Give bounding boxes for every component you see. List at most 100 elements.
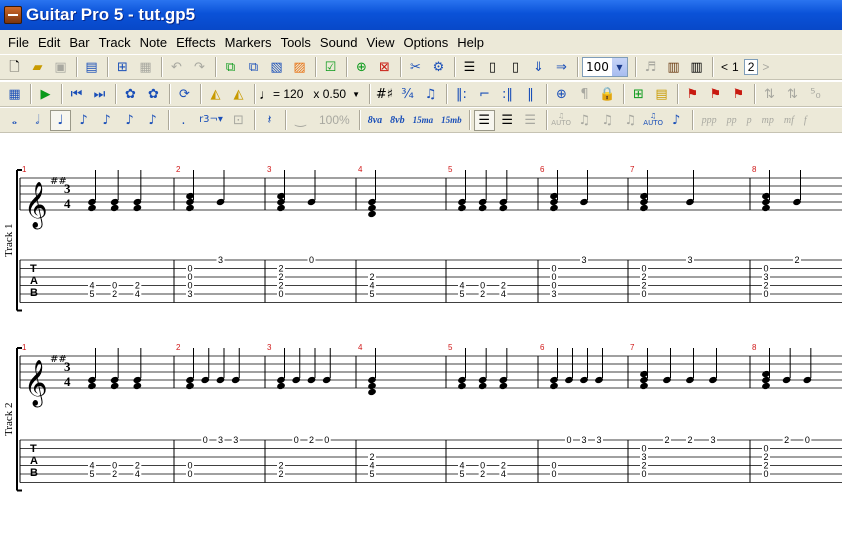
undo-icon[interactable]: ↶ bbox=[166, 57, 187, 78]
copy-icon[interactable]: ⧉ bbox=[220, 57, 241, 78]
print-icon[interactable]: ▦ bbox=[135, 57, 156, 78]
menu-sound[interactable]: Sound bbox=[316, 33, 362, 52]
pilcrow-icon[interactable]: ¶ bbox=[574, 84, 595, 105]
multitrack-view-icon[interactable]: ☰ bbox=[459, 57, 480, 78]
redo-icon[interactable]: ↷ bbox=[189, 57, 210, 78]
page-next-button[interactable]: > bbox=[762, 60, 769, 74]
sixteenth-note-icon[interactable]: ♪ bbox=[96, 110, 117, 131]
quindicesima-up-button[interactable]: 15ma bbox=[413, 115, 434, 125]
menu-edit[interactable]: Edit bbox=[34, 33, 64, 52]
marker-prev-icon[interactable]: ⚑ bbox=[728, 84, 749, 105]
direction-icon[interactable]: ⊕ bbox=[551, 84, 572, 105]
page-view-icon[interactable]: ▯ bbox=[482, 57, 503, 78]
menu-help[interactable]: Help bbox=[453, 33, 488, 52]
check-bar-icon[interactable]: ☑ bbox=[320, 57, 341, 78]
page-setup-icon[interactable]: ⊞ bbox=[112, 57, 133, 78]
screen-view-icon[interactable]: ▯ bbox=[505, 57, 526, 78]
ottava-down-button[interactable]: 8vb bbox=[390, 115, 404, 126]
marker-next-icon[interactable]: ⚑ bbox=[705, 84, 726, 105]
repeat-alt-icon[interactable]: ⌐ bbox=[474, 84, 495, 105]
volume-value[interactable]: 100% bbox=[319, 113, 350, 127]
beam-icon[interactable]: ♫ bbox=[574, 110, 595, 131]
beam-join-icon[interactable]: ♫ bbox=[620, 110, 641, 131]
text-align-right-icon[interactable]: ☰ bbox=[520, 110, 541, 131]
score-canvas[interactable]: Track 11 2 3 4 5 6 7 8𝄞##34TAB45022400033222002… bbox=[0, 134, 842, 537]
beam-break-icon[interactable]: ♫ bbox=[597, 110, 618, 131]
auto-stem-icon[interactable]: ♫ AUTO bbox=[643, 110, 664, 131]
menu-view[interactable]: View bbox=[363, 33, 399, 52]
tempo-value[interactable]: = 120 bbox=[273, 87, 303, 101]
grid-icon[interactable]: ⊡ bbox=[228, 110, 249, 131]
menu-bar-menu[interactable]: Bar bbox=[65, 33, 93, 52]
paw-double-icon[interactable]: ✿ bbox=[143, 84, 164, 105]
dynamic-ppp[interactable]: ppp bbox=[702, 115, 717, 126]
quarter-note-icon[interactable]: ♩ bbox=[50, 109, 71, 131]
keyboard-icon[interactable]: ▥ bbox=[686, 57, 707, 78]
text-align-left-icon[interactable]: ☰ bbox=[473, 109, 495, 131]
rest-icon[interactable]: 𝄽 bbox=[259, 110, 280, 131]
menu-effects[interactable]: Effects bbox=[172, 33, 220, 52]
dynamic-mp[interactable]: mp bbox=[762, 115, 774, 126]
go-end-icon[interactable]: ⏭ bbox=[89, 84, 110, 105]
whole-note-icon[interactable]: 𝅝 bbox=[4, 110, 25, 131]
go-start-icon[interactable]: ⏮ bbox=[66, 84, 87, 105]
track-props-icon[interactable]: ▤ bbox=[651, 84, 672, 105]
text-align-center-icon[interactable]: ☰ bbox=[497, 110, 518, 131]
triplet-icon[interactable]: r3¬▾ bbox=[196, 110, 226, 131]
parchment-view-icon[interactable]: ⇓ bbox=[528, 57, 549, 78]
zoom-select[interactable]: 100 ▼ bbox=[582, 57, 628, 77]
repeat-close-icon[interactable]: :‖ bbox=[497, 84, 518, 105]
sharp-flat-icon[interactable]: #♯ bbox=[374, 84, 395, 105]
insert-bar-icon[interactable]: ⊕ bbox=[351, 57, 372, 78]
app-icon[interactable] bbox=[4, 6, 22, 24]
dynamic-mf[interactable]: mf bbox=[784, 115, 794, 126]
new-file-icon[interactable]: 🗋 bbox=[4, 57, 25, 78]
paste-special-icon[interactable]: ▨ bbox=[289, 57, 310, 78]
tie-icon[interactable]: ‿ bbox=[290, 110, 311, 131]
page-prev-button[interactable]: < bbox=[721, 60, 728, 74]
time-signature-icon[interactable]: ¾ bbox=[397, 84, 418, 105]
guitar-icon[interactable]: ♬ bbox=[640, 57, 661, 78]
delete-bar-icon[interactable]: ⊠ bbox=[374, 57, 395, 78]
play-icon[interactable]: ▶ bbox=[35, 84, 56, 105]
paste-icon[interactable]: ⧉ bbox=[243, 57, 264, 78]
double-bar-icon[interactable]: ‖ bbox=[520, 84, 541, 105]
metronome-icon[interactable]: ◭ bbox=[205, 84, 226, 105]
quindicesima-down-button[interactable]: 15mb bbox=[441, 115, 462, 125]
lock-icon[interactable]: 🔒 bbox=[597, 84, 618, 105]
add-track-icon[interactable]: ⊞ bbox=[628, 84, 649, 105]
dotted-icon[interactable]: . bbox=[173, 110, 194, 131]
speed-dropdown-icon[interactable]: ▼ bbox=[352, 90, 360, 99]
score-area[interactable]: Track 1 1 2 3 4 5 6 7 8 𝄞 ## 3 4 T A B 4 5 0 2 2 4 0 0 0 3 3 2 2 2 0 0 2… bbox=[0, 134, 842, 537]
stem-direction-icon[interactable]: ♪ bbox=[666, 110, 687, 131]
fretboard-icon[interactable]: ▥ bbox=[663, 57, 684, 78]
eighth-note-icon[interactable]: ♪ bbox=[73, 110, 94, 131]
auto-brush-icon[interactable]: ♫ AUTO bbox=[551, 110, 572, 131]
marker-icon[interactable]: ⚑ bbox=[682, 84, 703, 105]
rehearsal-icon[interactable]: ⇅ bbox=[759, 84, 780, 105]
chevron-down-icon[interactable]: ▼ bbox=[612, 58, 627, 76]
loop-icon[interactable]: ⟳ bbox=[174, 84, 195, 105]
menu-track[interactable]: Track bbox=[95, 33, 135, 52]
dynamic-pp[interactable]: pp bbox=[727, 115, 737, 126]
dynamic-p[interactable]: p bbox=[747, 115, 752, 126]
settings-icon[interactable]: ⚙ bbox=[428, 57, 449, 78]
count-in-icon[interactable]: ◭ bbox=[228, 84, 249, 105]
menu-tools[interactable]: Tools bbox=[277, 33, 315, 52]
cut-icon[interactable]: ✂ bbox=[405, 57, 426, 78]
dynamic-f[interactable]: f bbox=[804, 115, 807, 126]
ottava-up-button[interactable]: 8va bbox=[368, 115, 382, 126]
sixty-fourth-note-icon[interactable]: ♪ bbox=[142, 110, 163, 131]
diagram-icon[interactable]: ⁵₀ bbox=[805, 84, 826, 105]
print-preview-icon[interactable]: ▤ bbox=[81, 57, 102, 78]
lyrics-icon[interactable]: ⇅ bbox=[782, 84, 803, 105]
wrap-view-icon[interactable]: ⇒ bbox=[551, 57, 572, 78]
mixer-icon[interactable]: ▦ bbox=[4, 84, 25, 105]
thirty-second-note-icon[interactable]: ♪ bbox=[119, 110, 140, 131]
half-note-icon[interactable]: 𝅗𝅥 bbox=[27, 110, 48, 131]
menu-options[interactable]: Options bbox=[399, 33, 452, 52]
repeat-open-icon[interactable]: ‖: bbox=[451, 84, 472, 105]
menu-note[interactable]: Note bbox=[136, 33, 171, 52]
save-icon[interactable]: ▣ bbox=[50, 57, 71, 78]
speed-value[interactable]: x 0.50 bbox=[313, 87, 346, 101]
